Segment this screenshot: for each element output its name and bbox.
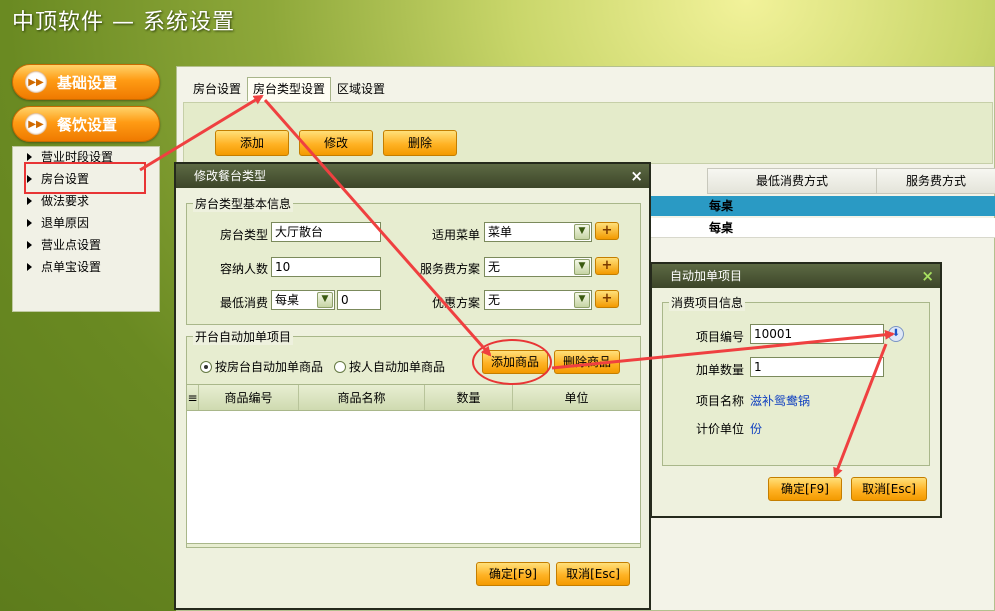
nav-dining-settings[interactable]: ▶▶ 餐饮设置 <box>12 106 160 142</box>
menu-select[interactable]: 菜单 ▼ <box>484 222 592 242</box>
nav-basic-settings-label: 基础设置 <box>57 73 118 92</box>
chevron-down-icon[interactable]: ▼ <box>574 259 590 275</box>
discount-label: 优惠方案 <box>431 296 480 310</box>
col-min-consume-mode[interactable]: 最低消费方式 <box>707 168 877 194</box>
price-unit-value: 份 <box>750 422 763 436</box>
item-code-label: 项目编号 <box>695 330 744 344</box>
chevron-down-icon[interactable]: ▼ <box>574 292 590 308</box>
subnav-item-cooking-requirements[interactable]: 做法要求 <box>27 191 89 211</box>
room-settings-highlight <box>24 162 146 194</box>
radio-by-person[interactable]: 按人自动加单商品 <box>334 358 445 375</box>
bullet-icon <box>27 153 32 161</box>
row-min-consume: 每桌 <box>709 199 734 213</box>
delete-goods-button[interactable]: 删除商品 <box>554 350 620 374</box>
price-unit-label: 计价单位 <box>695 422 744 436</box>
capacity-field[interactable]: 10 <box>271 257 381 277</box>
min-consume-label: 最低消费 <box>219 296 268 310</box>
table-row[interactable]: 每桌 <box>649 218 995 238</box>
group-consume-item-title: 消费项目信息 <box>669 294 746 311</box>
chevron-down-icon[interactable]: ▼ <box>574 224 590 240</box>
fast-forward-icon: ▶▶ <box>25 71 47 93</box>
auto-add-goods-table: ≡ 商品编号 商品名称 数量 单位 <box>186 384 641 544</box>
col-service-fee-mode[interactable]: 服务费方式 <box>876 168 995 194</box>
add-menu-button[interactable]: + <box>595 222 619 240</box>
ok-button[interactable]: 确定[F9] <box>768 477 842 501</box>
service-fee-select[interactable]: 无 ▼ <box>484 257 592 277</box>
room-type-field[interactable]: 大厅散台 <box>271 222 381 242</box>
add-button[interactable]: 添加 <box>215 130 289 156</box>
col-goods-code[interactable]: 商品编号 <box>199 385 299 410</box>
capacity-label: 容纳人数 <box>219 262 268 276</box>
col-quantity[interactable]: 数量 <box>425 385 513 410</box>
item-name-label: 项目名称 <box>695 394 744 408</box>
row-indicator-icon: ≡ <box>187 385 199 410</box>
add-service-fee-button[interactable]: + <box>595 257 619 275</box>
close-icon[interactable]: × <box>630 164 643 188</box>
table-header: ≡ 商品编号 商品名称 数量 单位 <box>187 385 640 411</box>
tab-room-settings[interactable]: 房台设置 <box>187 77 247 101</box>
add-goods-highlight <box>472 339 552 385</box>
auto-add-item-dialog: 自动加单项目 × 消费项目信息 项目编号 10001 ⬇ 加单数量 1 项目名称… <box>650 262 942 518</box>
room-type-label: 房台类型 <box>219 228 268 242</box>
add-qty-field[interactable]: 1 <box>750 357 884 377</box>
row-min-consume: 每桌 <box>709 221 734 235</box>
add-discount-button[interactable]: + <box>595 290 619 308</box>
discount-select[interactable]: 无 ▼ <box>484 290 592 310</box>
tab-bar: 房台设置 房台类型设置 区域设置 <box>187 77 391 101</box>
bullet-icon <box>27 241 32 249</box>
add-qty-label: 加单数量 <box>695 363 744 377</box>
edit-room-type-dialog: 修改餐台类型 × 房台类型基本信息 房台类型 大厅散台 容纳人数 10 最低消费… <box>174 162 651 610</box>
service-fee-label: 服务费方案 <box>419 262 480 276</box>
tab-area-settings[interactable]: 区域设置 <box>331 77 391 101</box>
chevron-down-icon[interactable]: ▼ <box>317 292 333 308</box>
tab-room-type-settings[interactable]: 房台类型设置 <box>247 77 332 101</box>
bullet-icon <box>27 219 32 227</box>
menu-label: 适用菜单 <box>431 228 480 242</box>
cancel-button[interactable]: 取消[Esc] <box>851 477 927 501</box>
dialog-title: 自动加单项目 <box>670 269 743 283</box>
dialog-title-bar[interactable]: 自动加单项目 × <box>652 264 940 288</box>
subnav-item-order-treasure[interactable]: 点单宝设置 <box>27 257 101 277</box>
col-goods-name[interactable]: 商品名称 <box>299 385 425 410</box>
item-code-field[interactable]: 10001 <box>750 324 884 344</box>
app-title: 中顶软件 — 系统设置 <box>12 10 235 35</box>
subnav-item-cancel-reasons[interactable]: 退单原因 <box>27 213 89 233</box>
dialog-title-bar[interactable]: 修改餐台类型 × <box>176 164 649 188</box>
item-name-value: 滋补鸳鸯锅 <box>750 394 811 408</box>
fast-forward-icon: ▶▶ <box>25 113 47 135</box>
bullet-icon <box>27 263 32 271</box>
toolbar: 添加 修改 删除 <box>183 102 993 164</box>
cancel-button[interactable]: 取消[Esc] <box>556 562 630 586</box>
lookup-arrow-icon[interactable]: ⬇ <box>888 326 904 342</box>
min-consume-mode-select[interactable]: 每桌 ▼ <box>271 290 335 310</box>
radio-by-room[interactable]: 按房台自动加单商品 <box>200 358 323 375</box>
table-row-selected[interactable]: 每桌 <box>649 196 995 216</box>
min-consume-amount-field[interactable]: 0 <box>337 290 381 310</box>
edit-button[interactable]: 修改 <box>299 130 373 156</box>
nav-basic-settings[interactable]: ▶▶ 基础设置 <box>12 64 160 100</box>
col-unit[interactable]: 单位 <box>513 385 640 410</box>
group-basic-info-title: 房台类型基本信息 <box>193 195 294 212</box>
ok-button[interactable]: 确定[F9] <box>476 562 550 586</box>
bullet-icon <box>27 197 32 205</box>
delete-button[interactable]: 删除 <box>383 130 457 156</box>
dialog-title: 修改餐台类型 <box>194 169 267 183</box>
close-icon[interactable]: × <box>921 264 934 288</box>
nav-dining-settings-label: 餐饮设置 <box>57 115 118 134</box>
group-auto-add-title: 开台自动加单项目 <box>193 328 294 345</box>
subnav-item-business-points[interactable]: 营业点设置 <box>27 235 101 255</box>
